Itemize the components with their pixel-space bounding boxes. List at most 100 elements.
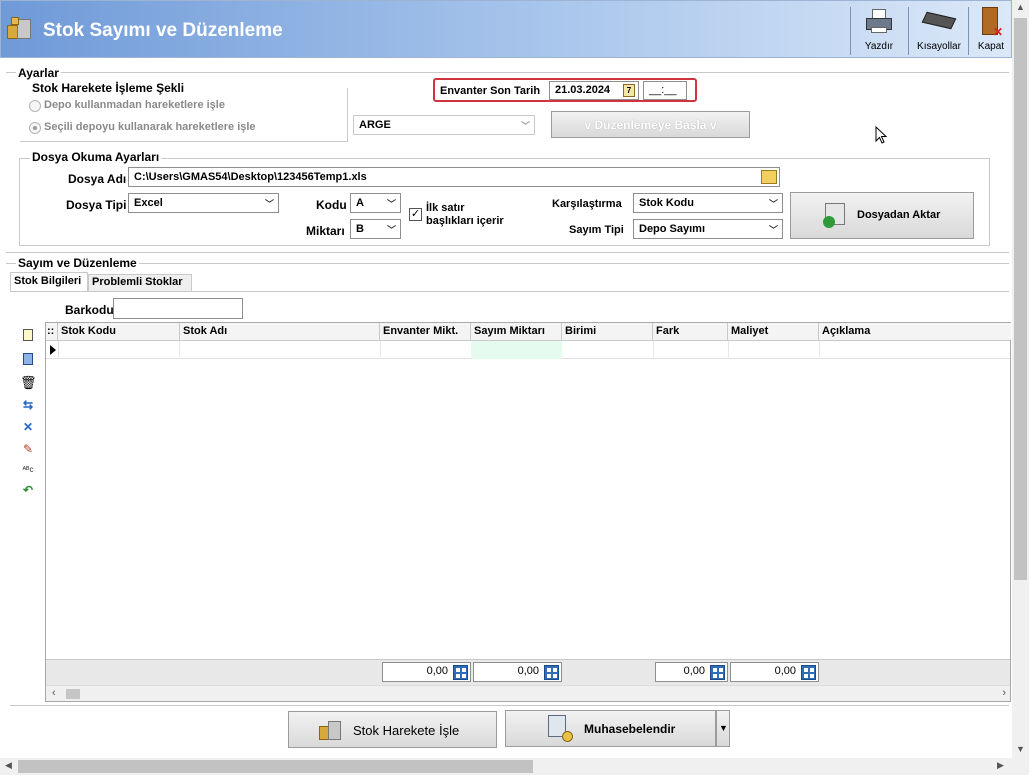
first-row-header-label-1: İlk satır [426, 202, 465, 214]
scrollbar-corner [1012, 758, 1029, 775]
inventory-time-field[interactable]: __:__ [643, 81, 687, 100]
process-button-label: Stok Harekete İşle [353, 723, 460, 738]
count-group-title: Sayım ve Düzenleme [16, 256, 139, 270]
edit-document-icon[interactable] [20, 351, 36, 367]
file-type-value: Excel [134, 197, 163, 209]
tab-strip-line [10, 291, 1009, 292]
quantity-value: B [356, 223, 364, 235]
title-bar: Stok Sayımı ve Düzenleme Yazdır Kısayoll… [0, 0, 1012, 58]
stock-grid [45, 322, 1011, 702]
import-from-file-button[interactable]: Dosyadan Aktar [790, 192, 974, 239]
column-cost[interactable]: Maliyet [728, 323, 819, 340]
printer-icon [864, 7, 894, 35]
inventory-time-value: __:__ [649, 84, 677, 96]
depot-value: ARGE [359, 119, 391, 131]
calculator-icon[interactable] [801, 665, 816, 680]
code-select[interactable]: A ﹀ [350, 193, 401, 213]
count-type-select[interactable]: Depo Sayımı ﹀ [633, 219, 783, 239]
scroll-thumb[interactable] [18, 760, 533, 773]
file-type-select[interactable]: Excel ﹀ [128, 193, 279, 213]
scroll-thumb[interactable] [1014, 18, 1027, 580]
column-description[interactable]: Açıklama [819, 323, 1011, 340]
shortcuts-button[interactable]: Kısayollar [913, 5, 965, 57]
total-inventory-qty-value: 0,00 [426, 665, 448, 677]
barcode-input[interactable] [113, 298, 243, 319]
import-button-label: Dosyadan Aktar [857, 209, 941, 221]
calculator-icon[interactable] [710, 665, 725, 680]
inventory-date-field[interactable]: 21.03.2024 7 [549, 81, 639, 100]
column-unit[interactable]: Birimi [562, 323, 653, 340]
inventory-date-value: 21.03.2024 [555, 84, 611, 96]
column-count-qty[interactable]: Sayım Miktarı [471, 323, 562, 340]
window-vertical-scrollbar[interactable]: ▲ ▼ [1012, 0, 1029, 758]
column-stock-code[interactable]: Stok Kodu [58, 323, 180, 340]
count-qty-cell[interactable] [471, 341, 562, 359]
close-button[interactable]: ✕ Kapat [971, 5, 1011, 57]
calculator-coins-icon [548, 715, 574, 743]
file-settings-title: Dosya Okuma Ayarları [30, 150, 162, 164]
tab-stock-info[interactable]: Stok Bilgileri [10, 272, 88, 292]
swap-arrows-icon[interactable]: ⇆ [20, 397, 36, 413]
total-inventory-qty: 0,00 [382, 662, 471, 682]
total-cost: 0,00 [730, 662, 819, 682]
window-horizontal-scrollbar[interactable]: ◀ ▶ [0, 758, 1012, 775]
settings-group-title: Ayarlar [16, 66, 61, 80]
selected-depot-radio[interactable] [29, 122, 41, 134]
calculator-icon[interactable] [544, 665, 559, 680]
accounting-button[interactable]: Muhasebelendir [505, 710, 716, 747]
text-replace-icon[interactable]: ᴬᴮc [20, 462, 36, 478]
chevron-up-icon[interactable]: ▲ [1016, 2, 1025, 12]
total-count-qty: 0,00 [473, 662, 562, 682]
column-inventory-qty[interactable]: Envanter Mikt. [380, 323, 471, 340]
count-type-label: Sayım Tipi [569, 224, 624, 236]
new-row-icon[interactable] [20, 327, 36, 343]
eraser-icon[interactable]: ✎ [20, 441, 36, 457]
undo-icon[interactable]: ↶ [20, 482, 36, 498]
start-editing-button[interactable]: v Düzenlemeye Başla v [551, 111, 750, 138]
cross-arrows-icon[interactable]: ✕ [20, 419, 36, 435]
shortcuts-label: Kısayollar [917, 41, 961, 52]
column-stock-name[interactable]: Stok Adı [180, 323, 380, 340]
compare-select[interactable]: Stok Kodu ﹀ [633, 193, 783, 213]
calculator-icon[interactable] [453, 665, 468, 680]
first-row-header-checkbox[interactable]: ✓ [409, 208, 422, 221]
grid-horizontal-scrollbar[interactable]: ‹ › [46, 685, 1010, 701]
compare-value: Stok Kodu [639, 197, 694, 209]
print-button[interactable]: Yazdır [856, 5, 902, 57]
quantity-label: Miktarı [306, 224, 345, 238]
depot-select[interactable]: ARGE ﹀ [353, 115, 535, 135]
file-name-input[interactable]: C:\Users\GMAS54\Desktop\123456Temp1.xls [128, 167, 780, 187]
code-value: A [356, 197, 364, 209]
total-cost-value: 0,00 [774, 665, 796, 677]
file-type-label: Dosya Tipi [66, 198, 127, 212]
folder-open-icon[interactable] [761, 170, 777, 184]
row-indicator-icon [50, 345, 56, 355]
no-depot-radio[interactable] [29, 100, 41, 112]
calendar-icon[interactable]: 7 [623, 84, 635, 97]
chevron-left-icon[interactable]: ‹ [52, 687, 56, 699]
trash-icon[interactable]: 🗑 [20, 375, 37, 391]
tab-stock-info-label: Stok Bilgileri [14, 275, 82, 287]
total-count-qty-value: 0,00 [517, 665, 539, 677]
chevron-down-icon: ﹀ [386, 199, 396, 209]
chevron-right-icon[interactable]: ▶ [997, 760, 1004, 771]
column-difference[interactable]: Fark [653, 323, 728, 340]
tab-problem-stocks[interactable]: Problemli Stoklar [88, 274, 192, 291]
quantity-select[interactable]: B ﹀ [350, 219, 401, 239]
stock-boxes-icon [319, 718, 343, 742]
toolbar-separator [968, 7, 969, 55]
exit-door-icon: ✕ [979, 7, 1003, 39]
accounting-dropdown-button[interactable]: ▼ [716, 710, 730, 747]
total-difference-value: 0,00 [683, 665, 705, 677]
total-difference: 0,00 [655, 662, 728, 682]
chevron-down-icon: ﹀ [768, 225, 778, 235]
scroll-thumb[interactable] [66, 689, 80, 699]
chevron-down-icon[interactable]: ▼ [1016, 744, 1025, 754]
table-row[interactable] [46, 341, 1010, 359]
process-stock-movement-button[interactable]: Stok Harekete İşle [288, 711, 497, 748]
print-label: Yazdır [864, 41, 894, 52]
tab-problem-stocks-label: Problemli Stoklar [92, 276, 183, 288]
grid-corner[interactable]: :: [46, 323, 58, 340]
chevron-right-icon[interactable]: › [1002, 687, 1006, 699]
chevron-left-icon[interactable]: ◀ [5, 760, 12, 771]
